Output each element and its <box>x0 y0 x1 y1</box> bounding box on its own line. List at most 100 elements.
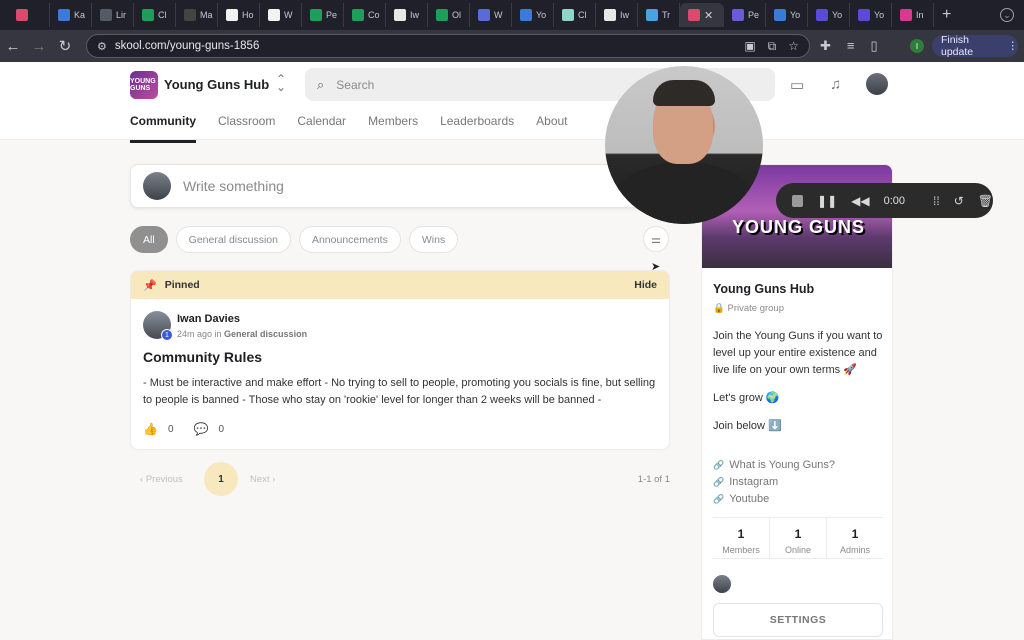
reload-icon[interactable]: ↻ <box>52 37 78 55</box>
extensions-icon[interactable]: ✚ <box>820 38 831 54</box>
open-in-icon[interactable]: ⧉ <box>768 39 777 54</box>
filter-announcements[interactable]: Announcements <box>298 226 401 253</box>
filter-all[interactable]: All <box>130 226 168 253</box>
new-tab-icon[interactable]: + <box>942 6 951 24</box>
tab-title: Cl <box>578 10 587 20</box>
link-instagram[interactable]: 🔗 Instagram <box>713 474 835 491</box>
browser-tab[interactable]: Yo <box>766 3 808 27</box>
stat-online[interactable]: 1 Online <box>770 518 827 558</box>
browser-tab[interactable]: Cl <box>134 3 176 27</box>
rewind-icon[interactable]: ◀◀ <box>851 194 869 208</box>
tab-favicon-icon <box>226 9 238 21</box>
tab-classroom[interactable]: Classroom <box>218 114 275 143</box>
tab-community[interactable]: Community <box>130 114 196 143</box>
browser-tab[interactable]: Pe <box>302 3 344 27</box>
pinned-label: Pinned <box>164 279 200 291</box>
stat-admins[interactable]: 1 Admins <box>827 518 883 558</box>
tab-favicon-icon <box>900 9 912 21</box>
media-icon[interactable]: ≡ <box>847 38 855 54</box>
browser-tab[interactable] <box>8 3 50 27</box>
finish-update-button[interactable]: Finish update ⋮ <box>932 34 1018 58</box>
current-page-button[interactable]: 1 <box>204 462 238 496</box>
bookmark-star-icon[interactable]: ☆ <box>788 39 799 54</box>
tab-about[interactable]: About <box>536 114 567 143</box>
filter-settings-icon[interactable]: ⚌ <box>643 226 669 252</box>
close-tab-icon[interactable]: ✕ <box>704 9 713 22</box>
tab-title: In <box>916 10 924 20</box>
search-placeholder: Search <box>336 77 375 92</box>
post-title[interactable]: Community Rules <box>143 349 262 365</box>
tab-title: Yo <box>790 10 801 20</box>
next-page-button[interactable]: Next › <box>250 474 275 485</box>
privacy-label: Private group <box>727 303 784 314</box>
filter-general-discussion[interactable]: General discussion <box>175 226 291 253</box>
filter-wins[interactable]: Wins <box>408 226 459 253</box>
address-bar[interactable]: ⚙ skool.com/young-guns-1856 ▣ ⧉ ☆ <box>86 34 810 58</box>
group-logo[interactable]: YOUNG GUNS <box>130 71 158 99</box>
browser-tab[interactable]: Cl <box>554 3 596 27</box>
browser-tab[interactable]: W <box>260 3 302 27</box>
side-panel-icon[interactable]: ▯ <box>871 38 878 54</box>
comment-icon[interactable]: 💬 <box>194 422 209 436</box>
settings-button[interactable]: SETTINGS <box>713 603 883 637</box>
browser-tab[interactable]: Lir <box>92 3 134 27</box>
post-body: - Must be interactive and make effort - … <box>143 377 656 406</box>
browser-tab[interactable]: Co <box>344 3 386 27</box>
stat-value: 1 <box>851 527 859 541</box>
browser-tab[interactable]: Tr <box>638 3 680 27</box>
trash-icon[interactable]: 🗑 <box>978 194 993 208</box>
back-icon[interactable]: ← <box>0 38 26 55</box>
tab-title: Yo <box>874 10 885 20</box>
browser-tab[interactable]: Ho <box>218 3 260 27</box>
lock-icon: 🔒 <box>713 303 725 314</box>
grid-icon[interactable]: ⁞⁞ <box>933 194 940 208</box>
stop-icon[interactable] <box>792 194 804 207</box>
author-name[interactable]: Iwan Davies <box>177 313 240 325</box>
browser-tab[interactable]: Iw <box>596 3 638 27</box>
webcam-overlay[interactable] <box>605 66 763 224</box>
window-menu-icon[interactable]: ⌄ <box>1000 8 1014 22</box>
tab-favicon-icon <box>394 9 406 21</box>
link-youtube[interactable]: 🔗 Youtube <box>713 491 835 508</box>
admin-avatar[interactable] <box>713 575 731 593</box>
tab-calendar[interactable]: Calendar <box>297 114 346 143</box>
link-what-is-young-guns[interactable]: 🔗 What is Young Guns? <box>713 457 835 474</box>
tab-members[interactable]: Members <box>368 114 418 143</box>
like-icon[interactable]: 👍 <box>143 422 158 436</box>
camera-icon[interactable]: ▣ <box>744 39 755 54</box>
post-category[interactable]: General discussion <box>224 329 307 339</box>
browser-tab[interactable]: Yo <box>512 3 554 27</box>
pause-icon[interactable]: ❚❚ <box>817 194 837 208</box>
browser-tab[interactable]: Iw <box>386 3 428 27</box>
tab-leaderboards[interactable]: Leaderboards <box>440 114 514 143</box>
tab-title: Yo <box>832 10 843 20</box>
chat-icon[interactable]: ▭ <box>790 76 804 94</box>
browser-tab[interactable]: In <box>892 3 934 27</box>
previous-page-button[interactable]: ‹ Previous <box>140 474 183 485</box>
tab-title: Ma <box>200 10 213 20</box>
tab-title: Yo <box>536 10 547 20</box>
stat-label: Admins <box>839 545 870 555</box>
stat-members[interactable]: 1 Members <box>713 518 770 558</box>
group-name[interactable]: Young Guns Hub <box>164 77 269 92</box>
browser-tab[interactable]: Pe <box>724 3 766 27</box>
site-settings-icon[interactable]: ⚙ <box>97 40 107 53</box>
group-switcher-icon[interactable]: ⌃ ⌄ <box>276 73 286 93</box>
browser-tab[interactable]: W <box>470 3 512 27</box>
browser-tab[interactable]: Yo <box>850 3 892 27</box>
browser-tab[interactable]: Ol <box>428 3 470 27</box>
user-avatar[interactable] <box>866 73 888 95</box>
browser-tab[interactable]: Ka <box>50 3 92 27</box>
tab-title: W <box>494 10 503 20</box>
group-info-card: YOUNG GUNS Young Guns Hub 🔒 Private grou… <box>701 164 893 640</box>
browser-tab[interactable]: Yo <box>808 3 850 27</box>
notifications-bell-icon[interactable]: ♫ <box>830 76 841 93</box>
forward-icon[interactable]: → <box>26 38 52 55</box>
post-composer[interactable]: Write something <box>130 164 670 208</box>
browser-tab[interactable]: Ma <box>176 3 218 27</box>
browser-tab-active[interactable]: ✕ <box>680 3 724 27</box>
hide-button[interactable]: Hide <box>634 279 657 291</box>
restart-icon[interactable]: ↺ <box>954 194 964 208</box>
pinned-post-card[interactable]: 📌 Pinned Hide 1 Iwan Davies 24m ago in G… <box>130 270 670 450</box>
profile-icon[interactable]: I <box>910 39 924 53</box>
